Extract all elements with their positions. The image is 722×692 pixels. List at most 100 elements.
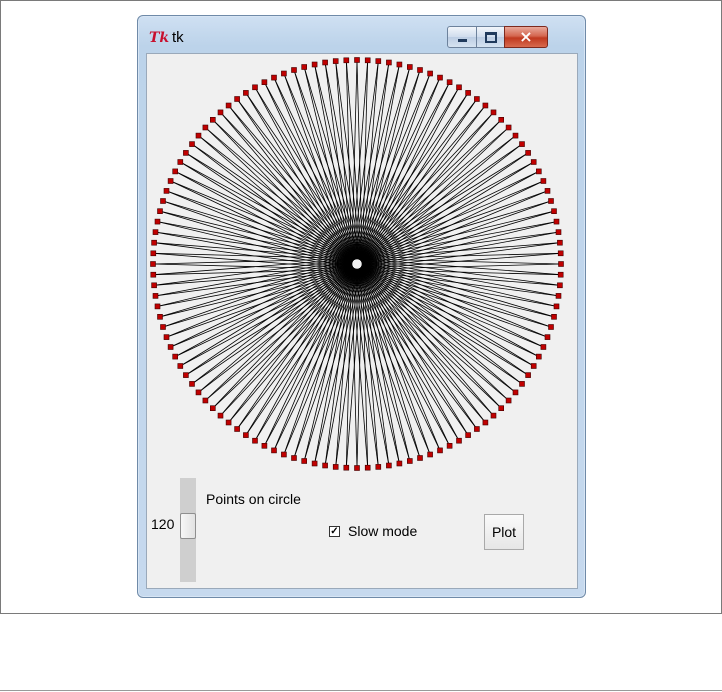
circle-point [354, 57, 360, 63]
circle-point [195, 389, 202, 396]
maximize-icon [484, 31, 497, 43]
points-scale-slider[interactable] [180, 513, 196, 539]
circle-point [202, 124, 209, 131]
circle-point [343, 57, 350, 64]
window-client-area: 120 Points on circle ✓ Slow mode Plot [146, 53, 578, 589]
circle-point [217, 412, 224, 419]
circle-point [525, 150, 531, 156]
circle-point [343, 464, 350, 471]
circle-point [446, 79, 453, 86]
circle-point [551, 208, 557, 214]
circle-point [225, 419, 232, 426]
circle-point [482, 419, 489, 426]
circle-point [281, 451, 287, 458]
circle-point [525, 372, 531, 378]
circle-point [271, 74, 277, 81]
circle-point [252, 84, 258, 91]
circle-point [281, 70, 287, 77]
circle-point [172, 353, 179, 360]
minimize-icon [457, 38, 467, 42]
circle-point [548, 324, 554, 330]
circle-point [322, 59, 328, 66]
close-icon: × [519, 27, 533, 46]
circle-point [150, 250, 157, 257]
minimize-button[interactable] [447, 26, 477, 48]
circle-point [490, 412, 497, 419]
circle-point [437, 447, 443, 454]
circle-point [437, 74, 443, 81]
circle-point [160, 198, 166, 204]
circle-point [417, 455, 423, 461]
circle-point [548, 198, 554, 204]
circle-point [291, 67, 297, 73]
circle-point [386, 59, 392, 66]
circle-point [261, 442, 268, 449]
circle-point [557, 250, 564, 257]
circle-point [177, 159, 184, 165]
circle-point [505, 397, 512, 404]
circle-point [202, 397, 209, 404]
points-scale-value: 120 [151, 516, 175, 532]
window-title: tk [172, 29, 184, 46]
circle-point [375, 58, 382, 64]
circle-point [243, 90, 249, 96]
circle-point [291, 455, 297, 461]
circle-point [530, 363, 537, 369]
maximize-button[interactable] [476, 26, 505, 48]
circle-point [519, 381, 525, 387]
circle-point [540, 178, 547, 184]
circle-point [544, 334, 551, 340]
slow-mode-checkbox[interactable]: ✓ [329, 526, 340, 537]
circle-point [456, 437, 462, 444]
circle-point [243, 432, 249, 438]
circle-point [209, 405, 216, 412]
circle-point [183, 372, 189, 378]
circle-point [406, 458, 413, 464]
circle-point [163, 334, 170, 340]
circle-point [417, 67, 423, 73]
circle-point [505, 124, 512, 131]
slow-mode-label[interactable]: Slow mode [348, 523, 417, 539]
circle-point [535, 353, 542, 360]
circle-point [332, 58, 339, 64]
circle-point [427, 70, 433, 77]
circle-point [555, 229, 562, 235]
circle-point [217, 109, 224, 116]
circle-point [446, 442, 453, 449]
circle-point [465, 90, 471, 96]
circle-point [167, 178, 174, 184]
circle-points [150, 57, 564, 471]
circle-point [490, 109, 497, 116]
tk-logo-icon: Tk [149, 30, 170, 46]
circle-point [209, 116, 216, 123]
circle-point [557, 282, 563, 289]
circle-point [553, 303, 560, 310]
circle-point [558, 261, 564, 267]
circle-point [301, 64, 307, 70]
circle-point [396, 61, 403, 68]
circle-point [189, 381, 195, 387]
tk-window: Tk tk × 120 Points on circle ✓ Slow mode… [137, 15, 586, 598]
close-button[interactable]: × [504, 26, 548, 48]
circle-point [261, 79, 268, 86]
circle-point [465, 432, 471, 438]
circle-point [512, 132, 519, 139]
circle-point [498, 116, 505, 123]
circle-point [474, 96, 480, 102]
circle-point [396, 460, 403, 467]
plot-canvas[interactable] [147, 54, 577, 474]
circle-point [332, 464, 339, 470]
circle-point [163, 188, 170, 194]
circle-point [406, 64, 413, 70]
title-bar[interactable]: Tk tk × [138, 16, 585, 52]
circle-point [386, 462, 392, 469]
circle-point [555, 293, 562, 299]
points-scale-label: Points on circle [206, 491, 301, 507]
circle-point [498, 405, 505, 412]
circle-point [301, 458, 307, 464]
circle-point [150, 271, 157, 278]
plot-button[interactable]: Plot [484, 514, 524, 550]
circle-point [364, 464, 371, 471]
circle-point [150, 261, 156, 267]
circle-point [354, 465, 360, 471]
